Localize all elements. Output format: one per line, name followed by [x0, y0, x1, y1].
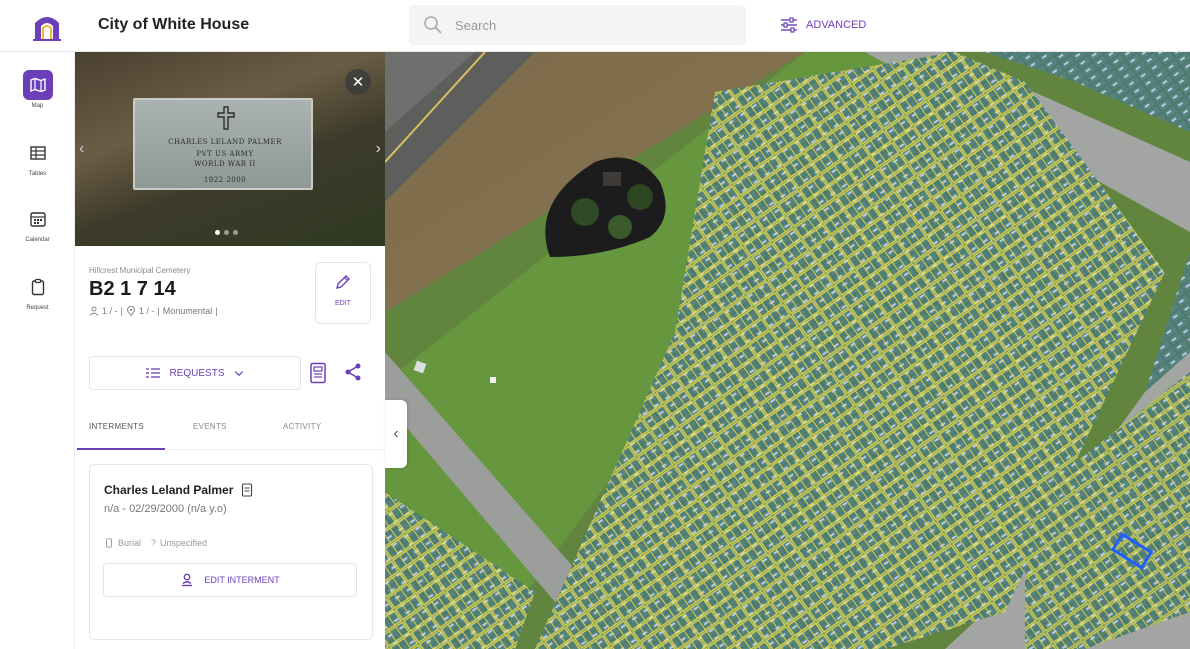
plot-id: B2 1 7 14	[89, 278, 176, 300]
interment-name: Charles Leland Palmer	[104, 483, 253, 497]
collapse-panel-button[interactable]: ‹	[385, 400, 407, 468]
active-tab-indicator	[77, 448, 165, 450]
carousel-dot[interactable]	[224, 230, 229, 235]
nav-rail: Map Tables Calendar Request	[0, 52, 75, 649]
interment-dates: n/a - 02/29/2000 (n/a y.o)	[104, 503, 227, 515]
document-icon[interactable]	[309, 362, 327, 384]
plot-detail-panel: CHARLES LELAND PALMER PVT US ARMY WORLD …	[75, 52, 385, 649]
requests-label: REQUESTS	[169, 367, 225, 379]
stone-text-line: CHARLES LELAND PALMER	[168, 138, 282, 146]
edit-interment-label: EDIT INTERMENT	[204, 575, 280, 585]
nav-item-request[interactable]: Request	[0, 272, 75, 328]
chevron-left-icon[interactable]: ‹	[79, 140, 84, 158]
tab-events[interactable]: EVENTS	[193, 422, 227, 431]
close-icon[interactable]: ✕	[345, 69, 371, 95]
carousel-dot[interactable]	[233, 230, 238, 235]
headstone-image: CHARLES LELAND PALMER PVT US ARMY WORLD …	[133, 98, 313, 190]
detail-tabs: INTERMENTS EVENTS ACTIVITY	[75, 414, 385, 450]
table-icon	[29, 146, 46, 160]
location-icon	[126, 306, 135, 316]
interment-name-text: Charles Leland Palmer	[104, 483, 234, 497]
carousel-dots	[215, 230, 238, 235]
tab-interments[interactable]: INTERMENTS	[89, 422, 144, 431]
list-icon	[146, 368, 161, 378]
nav-label-map: Map	[31, 103, 44, 109]
pencil-icon	[336, 275, 350, 289]
nav-label-calendar: Calendar	[25, 237, 50, 243]
nav-item-map[interactable]: Map	[0, 70, 75, 126]
person-icon	[89, 306, 99, 316]
app-title: City of White House	[98, 16, 250, 33]
nav-item-tables[interactable]: Tables	[0, 138, 75, 194]
cemetery-name: Hillcrest Municipal Cemetery	[89, 266, 191, 275]
plot-meta: 1 / - | 1 / - | Monumental |	[89, 306, 218, 316]
share-icon[interactable]	[343, 362, 363, 382]
document-icon[interactable]	[241, 483, 253, 497]
edit-plot-button[interactable]: EDIT	[315, 262, 371, 324]
search-input[interactable]	[455, 5, 735, 45]
edit-interment-button[interactable]: EDIT INTERMENT	[103, 563, 357, 597]
headstone-photo-carousel[interactable]: CHARLES LELAND PALMER PVT US ARMY WORLD …	[75, 52, 385, 246]
chevron-left-icon: ‹	[393, 425, 399, 442]
question-icon: ?	[151, 538, 157, 548]
interment-type-text: Burial	[118, 538, 142, 548]
chevron-down-icon	[234, 371, 243, 377]
stone-text-line: WORLD WAR II	[194, 160, 256, 168]
nav-label-tables: Tables	[28, 171, 47, 177]
stone-text-line: PVT US ARMY	[196, 150, 254, 158]
advanced-label: ADVANCED	[806, 19, 867, 31]
interment-card: Charles Leland Palmer n/a - 02/29/2000 (…	[89, 464, 373, 640]
map-view[interactable]	[385, 52, 1190, 649]
clipboard-icon	[31, 278, 44, 296]
nav-label-request: Request	[26, 305, 49, 311]
tab-activity[interactable]: ACTIVITY	[283, 422, 321, 431]
stone-text-line: 1922 2000	[203, 176, 247, 184]
person-icon	[182, 573, 193, 587]
arch-logo-icon[interactable]	[32, 10, 62, 42]
coffin-icon	[106, 538, 112, 548]
calendar-icon	[29, 212, 46, 227]
search-icon	[424, 16, 442, 34]
interment-type: Burial ? Unspecified	[104, 538, 207, 548]
aerial-map[interactable]	[385, 52, 1190, 649]
occupants-count: 1 / -	[102, 306, 118, 316]
edit-label: EDIT	[335, 300, 351, 307]
plot-type: Monumental	[162, 306, 213, 316]
sliders-icon	[781, 17, 797, 33]
search-bar[interactable]	[409, 5, 746, 45]
map-icon	[29, 77, 46, 93]
advanced-search-button[interactable]: ADVANCED	[780, 15, 866, 35]
nav-item-calendar[interactable]: Calendar	[0, 204, 75, 260]
requests-dropdown-button[interactable]: REQUESTS	[89, 356, 301, 390]
interment-status: Unspecified	[160, 538, 208, 548]
burials-count: 1 / -	[138, 306, 155, 316]
chevron-right-icon[interactable]: ›	[376, 140, 381, 158]
carousel-dot[interactable]	[215, 230, 220, 235]
cross-icon	[217, 106, 235, 130]
top-bar: City of White House ADVANCED	[0, 0, 1190, 52]
